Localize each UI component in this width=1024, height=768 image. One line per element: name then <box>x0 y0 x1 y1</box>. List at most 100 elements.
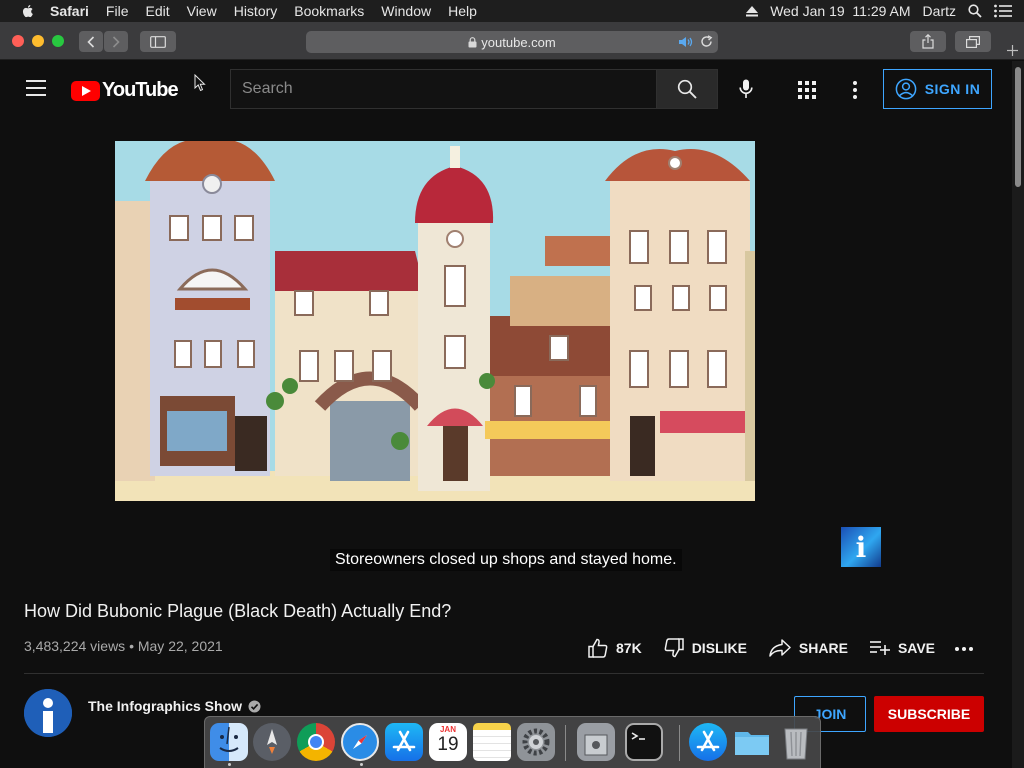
search-button[interactable] <box>656 69 718 109</box>
share-icon <box>922 34 934 49</box>
page-scrollbar[interactable] <box>1012 61 1024 768</box>
dock-separator <box>565 725 566 761</box>
finder-running-indicator <box>228 763 231 766</box>
video-actions: 87K DISLIKE SHARE SAVE <box>588 635 957 661</box>
menubar-user[interactable]: Dartz <box>923 3 956 19</box>
forward-button[interactable] <box>104 31 128 52</box>
eject-icon[interactable] <box>746 5 759 17</box>
notes-icon[interactable] <box>473 723 511 761</box>
safari-running-indicator <box>360 763 363 766</box>
search-placeholder: Search <box>242 80 293 97</box>
calendar-day: 19 <box>437 734 459 755</box>
minimize-window-button[interactable] <box>32 35 44 47</box>
account-circle-icon <box>895 78 917 100</box>
thumbs-up-icon <box>588 638 608 658</box>
url-text: youtube.com <box>481 34 556 50</box>
dislike-button[interactable]: DISLIKE <box>664 638 747 658</box>
spotlight-search-icon[interactable] <box>968 4 982 18</box>
youtube-header: YouTube Search SIGN IN <box>0 61 1012 117</box>
chevron-left-icon <box>87 35 95 48</box>
notification-center-icon[interactable] <box>994 4 1012 18</box>
channel-name[interactable]: The Infographics Show <box>88 698 261 714</box>
more-actions-icon[interactable] <box>955 647 976 651</box>
dock-separator-2 <box>679 725 680 761</box>
scrollbar-thumb[interactable] <box>1015 67 1021 187</box>
back-button[interactable] <box>79 31 103 52</box>
menu-app-name[interactable]: Safari <box>50 3 89 19</box>
like-button[interactable]: 87K <box>588 638 642 658</box>
youtube-logo[interactable]: YouTube <box>71 79 179 102</box>
utility-icon[interactable] <box>577 723 615 761</box>
settings-menu-button[interactable] <box>842 77 868 103</box>
trash-icon[interactable] <box>777 723 815 761</box>
info-badge-letter: i <box>855 530 867 564</box>
browser-toolbar: youtube.com <box>0 22 1024 60</box>
like-count: 87K <box>616 640 642 656</box>
menubar-datetime[interactable]: Wed Jan 19 11:29 AM <box>770 3 910 19</box>
sign-in-button[interactable]: SIGN IN <box>883 69 992 109</box>
new-tab-button[interactable] <box>1000 40 1024 60</box>
channel-avatar[interactable] <box>24 689 72 737</box>
screen: Safari File Edit View History Bookmarks … <box>0 0 1024 768</box>
menu-view[interactable]: View <box>187 3 217 19</box>
zoom-window-button[interactable] <box>52 35 64 47</box>
address-bar[interactable]: youtube.com <box>306 31 718 53</box>
app-store-icon[interactable] <box>385 723 423 761</box>
share-video-button[interactable]: SHARE <box>769 639 848 657</box>
youtube-page: YouTube Search SIGN IN Storeowners close… <box>0 61 1012 768</box>
apple-icon[interactable] <box>20 3 36 19</box>
chrome-icon[interactable] <box>297 723 335 761</box>
channel-avatar-icon <box>24 689 72 737</box>
voice-search-button[interactable] <box>733 76 759 102</box>
lock-icon <box>468 36 477 47</box>
video-player[interactable] <box>115 141 755 501</box>
youtube-wordmark: YouTube <box>102 79 179 101</box>
audio-playing-icon[interactable] <box>678 36 694 48</box>
save-label: SAVE <box>897 640 936 656</box>
share-arrow-icon <box>769 639 791 657</box>
video-title: How Did Bubonic Plague (Black Death) Act… <box>24 601 452 621</box>
calendar-icon[interactable]: JAN 19 <box>429 723 467 761</box>
subscribe-button[interactable]: SUBSCRIBE <box>874 696 984 732</box>
video-views-date: 3,483,224 views • May 22, 2021 <box>24 638 223 654</box>
playlist-add-icon <box>869 641 890 655</box>
verified-check-icon <box>248 700 261 712</box>
menu-edit[interactable]: Edit <box>145 3 169 19</box>
menu-file[interactable]: File <box>106 3 129 19</box>
calendar-month: JAN <box>439 725 456 734</box>
close-window-button[interactable] <box>12 35 24 47</box>
menu-help[interactable]: Help <box>448 3 477 19</box>
share-button[interactable] <box>910 31 946 52</box>
menu-history[interactable]: History <box>234 3 278 19</box>
safari-icon[interactable] <box>341 723 379 761</box>
youtube-apps-button[interactable] <box>794 77 820 103</box>
reload-icon[interactable] <box>700 35 713 48</box>
launchpad-icon[interactable] <box>253 723 291 761</box>
sidebar-icon <box>150 35 166 48</box>
folder-icon[interactable] <box>733 723 771 761</box>
sign-in-label: SIGN IN <box>924 81 981 97</box>
tab-overview-button[interactable] <box>955 31 991 52</box>
share-label: SHARE <box>798 640 848 656</box>
menu-bar: Safari File Edit View History Bookmarks … <box>0 0 1024 22</box>
system-preferences-icon[interactable] <box>517 723 555 761</box>
mouse-cursor-icon <box>194 74 206 92</box>
app-store-downloads-icon[interactable] <box>689 723 727 761</box>
terminal-icon[interactable] <box>625 723 663 761</box>
save-to-playlist-button[interactable]: SAVE <box>869 640 936 656</box>
finder-icon[interactable] <box>210 723 248 761</box>
info-card-icon[interactable]: i <box>841 527 881 567</box>
thumbs-down-icon <box>664 638 684 658</box>
menu-bookmarks[interactable]: Bookmarks <box>294 3 364 19</box>
video-frame-town-illustration <box>115 141 755 501</box>
youtube-play-icon <box>71 80 100 101</box>
tabs-icon <box>966 35 980 48</box>
search-icon <box>677 79 697 99</box>
search-input[interactable]: Search <box>230 69 656 109</box>
guide-menu-icon[interactable] <box>26 80 46 96</box>
plus-icon <box>1006 44 1018 56</box>
microphone-icon <box>739 79 753 98</box>
menu-window[interactable]: Window <box>381 3 431 19</box>
more-vertical-icon <box>853 81 857 99</box>
sidebar-toggle-button[interactable] <box>140 31 176 52</box>
